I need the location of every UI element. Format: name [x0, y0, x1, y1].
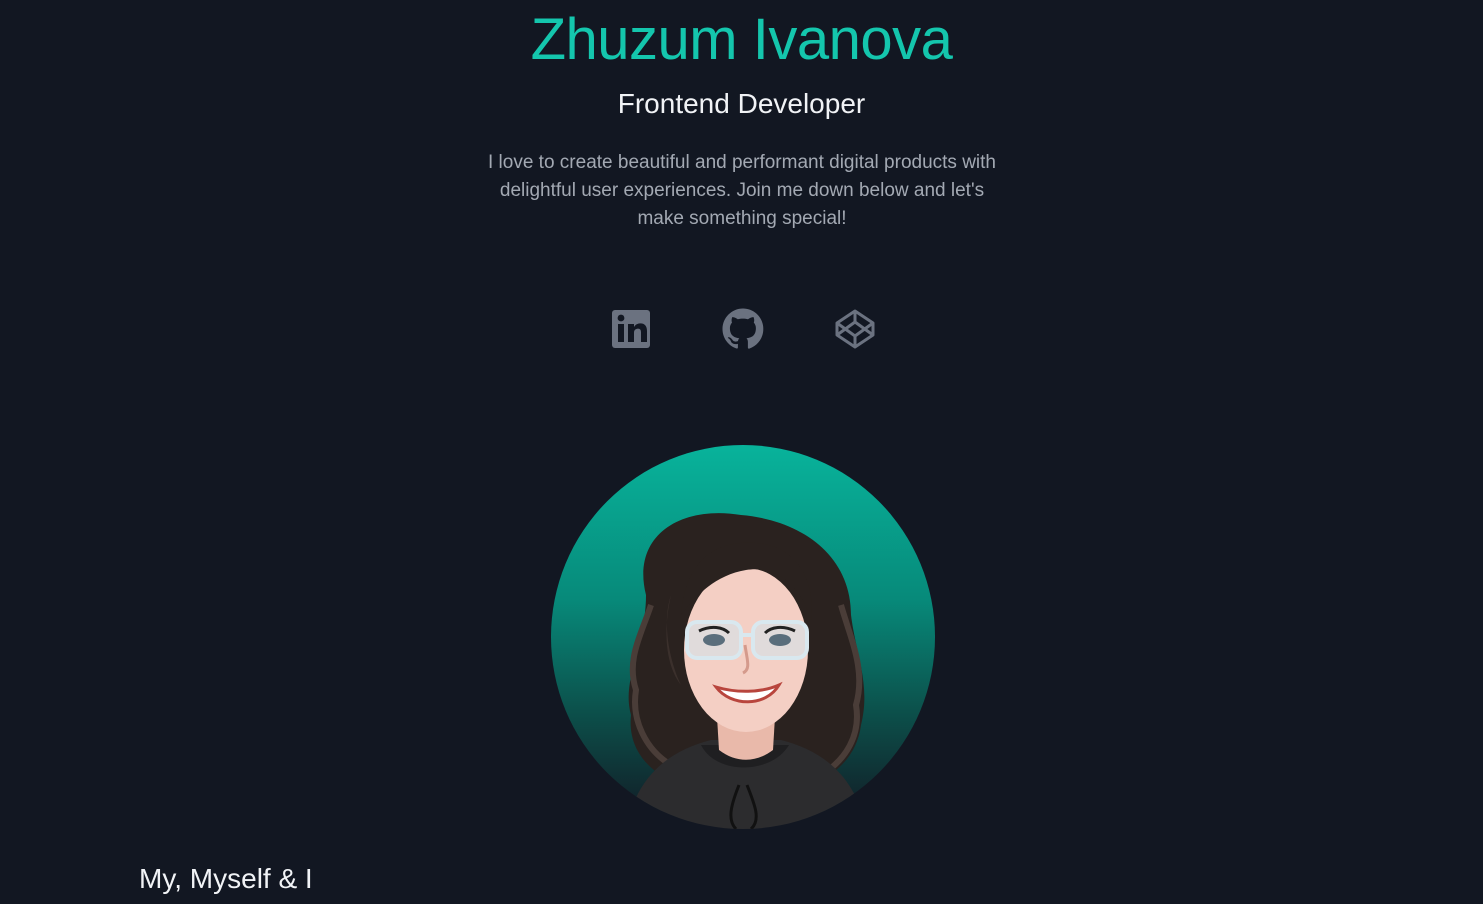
github-link[interactable]: [721, 307, 765, 351]
avatar-illustration: [626, 513, 866, 829]
social-links: [0, 307, 1483, 351]
page-title: Zhuzum Ivanova: [530, 7, 953, 72]
linkedin-icon: [612, 310, 650, 348]
github-icon: [722, 308, 764, 349]
avatar: [551, 445, 935, 829]
codepen-icon: [835, 309, 875, 349]
job-title: Frontend Developer: [617, 88, 866, 119]
about-section-title: My, Myself & I: [139, 863, 313, 894]
codepen-link[interactable]: [833, 307, 877, 351]
bio-text: I love to create beautiful and performan…: [487, 152, 996, 229]
linkedin-link[interactable]: [609, 307, 653, 351]
